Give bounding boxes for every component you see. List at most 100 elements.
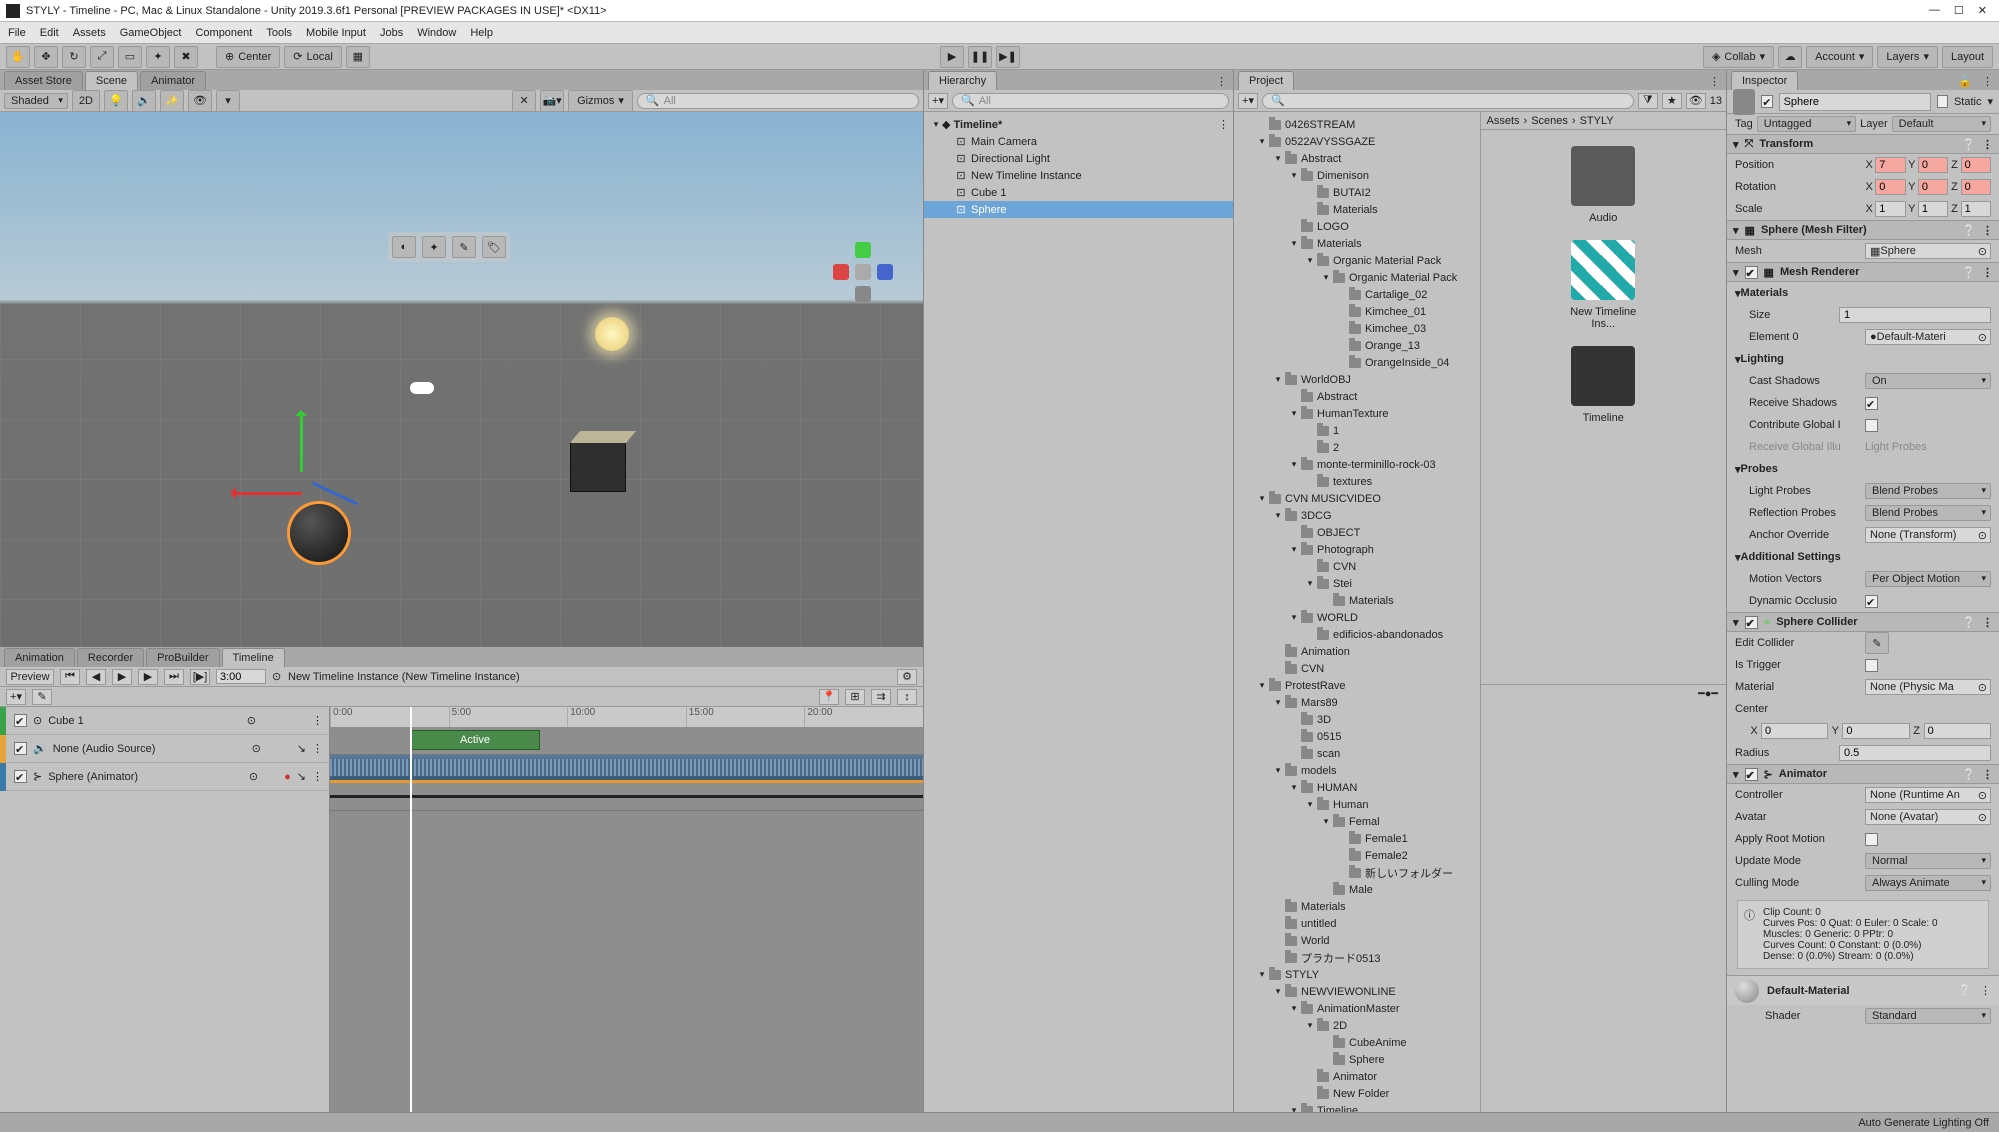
shader-select[interactable]: Standard xyxy=(1865,1008,1991,1024)
activation-clip[interactable]: Active xyxy=(410,730,540,750)
asset-thumb[interactable]: New Timeline Ins... xyxy=(1558,240,1648,330)
static-checkbox[interactable] xyxy=(1937,95,1948,108)
tab-animation[interactable]: Animation xyxy=(4,648,75,667)
project-tree-item[interactable]: ▾ProtestRave xyxy=(1234,677,1480,694)
project-tree-item[interactable]: scan xyxy=(1234,745,1480,762)
project-tree-item[interactable]: ▾Abstract xyxy=(1234,150,1480,167)
tl-last-icon[interactable]: ⏭ xyxy=(164,669,184,685)
menu-component[interactable]: Component xyxy=(195,27,252,39)
move-tool-icon[interactable]: ✥ xyxy=(34,46,58,68)
update-mode-select[interactable]: Normal xyxy=(1865,853,1991,869)
project-tree-item[interactable]: ▾Materials xyxy=(1234,235,1480,252)
project-tree-item[interactable]: 0426STREAM xyxy=(1234,116,1480,133)
track-enable-checkbox[interactable]: ✔ xyxy=(14,742,27,755)
active-checkbox[interactable]: ✔ xyxy=(1761,95,1772,108)
fx-icon[interactable]: ✨ xyxy=(160,90,184,112)
scl-x-field[interactable] xyxy=(1875,201,1905,217)
scene-view[interactable]: ◐ ✦ ✎ 🏷 xyxy=(0,112,923,647)
track-cube[interactable]: ✔ ⊙ Cube 1 ⊙⋮ xyxy=(0,707,329,735)
mesh-field[interactable]: ▦Sphere xyxy=(1865,243,1991,259)
track-enable-checkbox[interactable]: ✔ xyxy=(14,770,27,783)
project-search[interactable]: 🔍 xyxy=(1262,93,1634,109)
gizmos-button[interactable]: Gizmos▾ xyxy=(568,90,633,112)
project-tree-item[interactable]: Animation xyxy=(1234,643,1480,660)
maximize-icon[interactable]: ☐ xyxy=(1954,4,1964,17)
project-tree-item[interactable]: 新しいフォルダー xyxy=(1234,864,1480,881)
menu-window[interactable]: Window xyxy=(417,27,456,39)
tab-inspector[interactable]: Inspector xyxy=(1731,71,1798,90)
scale-tool-icon[interactable]: ⤢ xyxy=(90,46,114,68)
menu-file[interactable]: File xyxy=(8,27,26,39)
project-tree-item[interactable]: Female2 xyxy=(1234,847,1480,864)
project-tree-item[interactable]: ▾Mars89 xyxy=(1234,694,1480,711)
project-tree-item[interactable]: ▾WORLD xyxy=(1234,609,1480,626)
project-tree-item[interactable]: Kimchee_03 xyxy=(1234,320,1480,337)
pos-z-field[interactable] xyxy=(1961,157,1991,173)
scene-root[interactable]: ▾◆ Timeline*⋮ xyxy=(924,116,1233,133)
anchor-field[interactable]: None (Transform) xyxy=(1865,527,1991,543)
project-tree-item[interactable]: 3D xyxy=(1234,711,1480,728)
project-tree-item[interactable]: ▾Organic Material Pack xyxy=(1234,269,1480,286)
project-tree-item[interactable]: ▾HUMAN xyxy=(1234,779,1480,796)
fav-icon[interactable]: ★ xyxy=(1662,93,1682,109)
sphere-object[interactable] xyxy=(290,504,348,562)
pivot-local-button[interactable]: ⟳Local xyxy=(284,46,342,68)
edit-mode-icon[interactable]: ✎ xyxy=(32,689,52,705)
center-x-field[interactable] xyxy=(1761,723,1828,739)
thumb-size-slider[interactable]: ━●━ xyxy=(1698,687,1718,700)
project-tree-item[interactable]: ▾Organic Material Pack xyxy=(1234,252,1480,269)
preview-button[interactable]: Preview xyxy=(6,669,54,685)
project-tree-item[interactable]: Male xyxy=(1234,881,1480,898)
asset-thumb[interactable]: Timeline xyxy=(1558,346,1648,424)
project-tree-item[interactable]: ▾AnimationMaster xyxy=(1234,1000,1480,1017)
shaded-icon[interactable]: ◐ xyxy=(392,236,416,258)
step-button[interactable]: ▶❚ xyxy=(996,46,1020,68)
project-tree-item[interactable]: Female1 xyxy=(1234,830,1480,847)
hierarchy-item[interactable]: ⊡New Timeline Instance xyxy=(924,167,1233,184)
project-tree-item[interactable]: ▾NEWVIEWONLINE xyxy=(1234,983,1480,1000)
project-tree-item[interactable]: 0515 xyxy=(1234,728,1480,745)
project-tree-item[interactable]: ▾2D xyxy=(1234,1017,1480,1034)
material-slot[interactable]: ●Default-Materi xyxy=(1865,329,1991,345)
playhead[interactable] xyxy=(410,707,412,1112)
menu-tools[interactable]: Tools xyxy=(266,27,292,39)
project-tree-item[interactable]: LOGO xyxy=(1234,218,1480,235)
hand-tool-icon[interactable]: ✋ xyxy=(6,46,30,68)
tab-animator[interactable]: Animator xyxy=(140,71,206,90)
is-trigger-checkbox[interactable] xyxy=(1865,659,1878,672)
project-tree-item[interactable]: ▾Human xyxy=(1234,796,1480,813)
scene-close-icon[interactable]: ✕ xyxy=(512,90,536,112)
replace-icon[interactable]: ↕ xyxy=(897,689,917,705)
animation-clip[interactable] xyxy=(330,795,923,798)
audio-icon[interactable]: 🔊 xyxy=(132,90,156,112)
hierarchy-item[interactable]: ⊡Main Camera xyxy=(924,133,1233,150)
reflection-probes-select[interactable]: Blend Probes xyxy=(1865,505,1991,521)
pivot-center-button[interactable]: ⊕Center xyxy=(216,46,280,68)
center-y-field[interactable] xyxy=(1842,723,1909,739)
tab-project[interactable]: Project xyxy=(1238,71,1294,90)
filter-icon[interactable]: ⧩ xyxy=(1638,93,1658,109)
timeline-ruler[interactable]: 0:005:00 10:0015:00 20:00 xyxy=(330,707,923,727)
project-tree-item[interactable]: プラカード0513 xyxy=(1234,949,1480,966)
project-tree-item[interactable]: untitled xyxy=(1234,915,1480,932)
scene-search[interactable]: 🔍All xyxy=(637,93,919,109)
culling-mode-select[interactable]: Always Animate xyxy=(1865,875,1991,891)
minimize-icon[interactable]: — xyxy=(1929,4,1940,17)
menu-help[interactable]: Help xyxy=(470,27,493,39)
object-name-field[interactable] xyxy=(1779,93,1931,111)
project-tree-item[interactable]: Animator xyxy=(1234,1068,1480,1085)
pos-x-field[interactable] xyxy=(1875,157,1905,173)
project-tree-item[interactable]: Materials xyxy=(1234,201,1480,218)
hierarchy-create-button[interactable]: +▾ xyxy=(928,93,948,109)
tab-recorder[interactable]: Recorder xyxy=(77,648,144,667)
scl-z-field[interactable] xyxy=(1961,201,1991,217)
motion-vectors-select[interactable]: Per Object Motion xyxy=(1865,571,1991,587)
breadcrumb-item[interactable]: STYLY xyxy=(1580,115,1614,127)
apply-root-checkbox[interactable] xyxy=(1865,833,1878,846)
receive-shadows-checkbox[interactable]: ✔ xyxy=(1865,397,1878,410)
hierarchy-item-selected[interactable]: ⊡Sphere xyxy=(924,201,1233,218)
scene-vis-icon[interactable]: 👁 xyxy=(188,90,212,112)
orientation-gizmo[interactable] xyxy=(833,242,893,302)
project-tree-item[interactable]: CVN xyxy=(1234,558,1480,575)
audio-clip[interactable] xyxy=(330,755,923,783)
